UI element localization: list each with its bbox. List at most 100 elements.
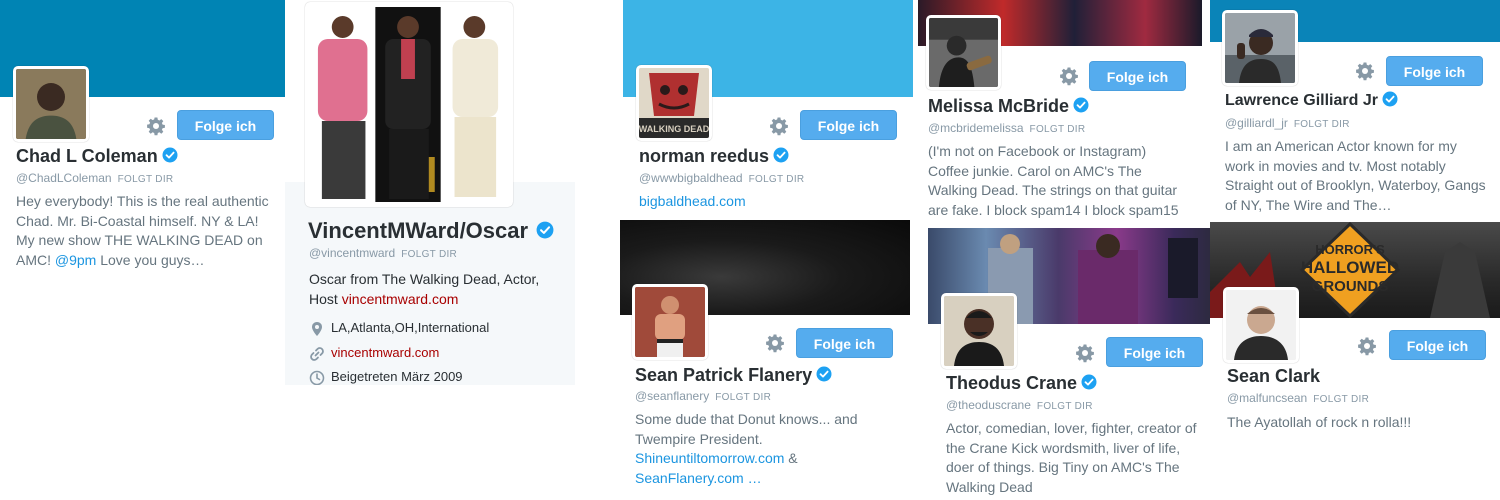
banner-text-1: HORROR'S: [1315, 242, 1385, 257]
handle-text[interactable]: @theoduscrane: [946, 398, 1031, 412]
profile-card-theodus: Folge ich Theodus Crane @theoduscrane FOL…: [928, 228, 1218, 500]
banner-text-3: GROUNDS: [1312, 278, 1389, 295]
profile-bio: I am an American Actor known for my work…: [1225, 138, 1486, 213]
gear-icon[interactable]: [1355, 61, 1375, 81]
bio-link-1[interactable]: Shineuntiltomorrow.com: [635, 450, 784, 466]
avatar[interactable]: [632, 284, 708, 360]
profile-name[interactable]: Theodus Crane: [946, 373, 1097, 394]
joined-row: Beigetreten März 2009: [309, 369, 463, 385]
bio-ellipsis: …: [743, 469, 762, 486]
bio-link[interactable]: vincentmward.com: [342, 291, 459, 307]
location-text: LA,Atlanta,OH,International: [331, 320, 490, 335]
gear-icon[interactable]: [765, 333, 785, 353]
gear-icon[interactable]: [146, 116, 166, 136]
avatar[interactable]: [1222, 10, 1298, 86]
bio-tail: Love you guys…: [96, 251, 205, 268]
gear-icon[interactable]: [1357, 336, 1377, 356]
website-link[interactable]: bigbaldhead.com: [639, 192, 746, 212]
avatar[interactable]: [926, 15, 1001, 90]
avatar[interactable]: [305, 2, 513, 207]
handle-text[interactable]: @mcbridemelissa: [928, 121, 1024, 135]
profile-handle[interactable]: @vincentmward FOLGT DIR: [309, 246, 457, 260]
verified-icon: [162, 147, 178, 163]
follows-you-badge: FOLGT DIR: [117, 174, 174, 185]
follows-you-badge: FOLGT DIR: [1036, 401, 1093, 412]
verified-icon: [1382, 91, 1398, 107]
handle-text[interactable]: @ChadLColeman: [16, 171, 112, 185]
profile-handle[interactable]: @ChadLColeman FOLGT DIR: [16, 171, 173, 185]
follow-button[interactable]: Folge ich: [800, 110, 897, 140]
verified-icon: [536, 221, 554, 239]
profile-name[interactable]: Chad L Coleman: [16, 146, 178, 167]
link-icon: [310, 346, 324, 361]
avatar[interactable]: [13, 66, 89, 142]
follows-you-badge: FOLGT DIR: [401, 249, 458, 260]
follow-button[interactable]: Folge ich: [1106, 337, 1203, 367]
profile-name-text[interactable]: Theodus Crane: [946, 373, 1077, 393]
profile-card-sean-flanery: Folge ich Sean Patrick Flanery @seanflan…: [620, 220, 910, 500]
profile-card-vincent: VincentMWard/Oscar @vincentmward FOLGT DI…: [285, 0, 575, 385]
profile-name-text[interactable]: Chad L Coleman: [16, 146, 158, 166]
profile-card-sean-clark: HORROR'S HALLOWED GROUNDS Folge ich Sean…: [1210, 222, 1500, 500]
profile-name-text[interactable]: VincentMWard/Oscar: [308, 218, 528, 243]
profile-card-melissa: Folge ich Melissa McBride @mcbridemeliss…: [918, 0, 1202, 220]
profile-name-text[interactable]: norman reedus: [639, 146, 769, 166]
profile-name-text[interactable]: Melissa McBride: [928, 96, 1069, 116]
handle-text[interactable]: @vincentmward: [309, 246, 395, 260]
gear-icon[interactable]: [769, 116, 789, 136]
profile-name[interactable]: VincentMWard/Oscar: [308, 218, 554, 244]
handle-text[interactable]: @gilliardl_jr: [1225, 116, 1288, 130]
joined-text: Beigetreten März 2009: [331, 369, 463, 384]
follows-you-badge: FOLGT DIR: [1029, 124, 1086, 135]
follows-you-badge: FOLGT DIR: [715, 392, 772, 403]
profile-handle[interactable]: @wwwbigbaldhead FOLGT DIR: [639, 171, 804, 185]
profile-name[interactable]: Melissa McBride: [928, 96, 1089, 117]
profile-bio: Hey everybody! This is the real authenti…: [16, 192, 274, 270]
verified-icon: [816, 366, 832, 382]
website-row[interactable]: vincentmward.com: [309, 345, 439, 362]
website-link[interactable]: vincentmward.com: [331, 345, 439, 360]
follows-you-badge: FOLGT DIR: [1313, 394, 1370, 405]
profile-card-norman: WALKING DEAD Folge ich norman reedus @ww…: [623, 0, 913, 220]
follow-button[interactable]: Folge ich: [796, 328, 893, 358]
gear-icon[interactable]: [1075, 343, 1095, 363]
handle-text[interactable]: @malfuncsean: [1227, 391, 1307, 405]
follow-button[interactable]: Folge ich: [1386, 56, 1483, 86]
profile-bio: The Ayatollah of rock n rolla!!!: [1227, 414, 1412, 430]
profile-handle[interactable]: @mcbridemelissa FOLGT DIR: [928, 121, 1085, 135]
profile-bio: Actor, comedian, lover, fighter, creator…: [946, 420, 1197, 495]
profile-name[interactable]: Lawrence Gilliard Jr: [1225, 92, 1398, 110]
avatar[interactable]: [1223, 287, 1299, 363]
profile-name[interactable]: Sean Clark: [1227, 366, 1320, 387]
profile-name-text[interactable]: Lawrence Gilliard Jr: [1225, 92, 1378, 109]
profile-name-text[interactable]: Sean Clark: [1227, 366, 1320, 386]
verified-icon: [1081, 374, 1097, 390]
bio-link-2[interactable]: SeanFlanery.com: [635, 470, 744, 486]
profile-name[interactable]: norman reedus: [639, 146, 789, 167]
bio-link[interactable]: @9pm: [55, 252, 96, 268]
follow-button[interactable]: Folge ich: [1089, 61, 1186, 91]
profile-name[interactable]: Sean Patrick Flanery: [635, 365, 832, 386]
profile-name-text[interactable]: Sean Patrick Flanery: [635, 365, 812, 385]
avatar[interactable]: WALKING DEAD: [636, 65, 712, 141]
profile-handle[interactable]: @theoduscrane FOLGT DIR: [946, 398, 1093, 412]
profile-handle[interactable]: @gilliardl_jr FOLGT DIR: [1225, 116, 1350, 130]
location-row: LA,Atlanta,OH,International: [309, 320, 489, 337]
follows-you-badge: FOLGT DIR: [748, 174, 805, 185]
follows-you-badge: FOLGT DIR: [1293, 119, 1350, 130]
profile-handle[interactable]: @malfuncsean FOLGT DIR: [1227, 391, 1369, 405]
location-pin-icon: [312, 321, 322, 336]
bio-text: Some dude that Donut knows... and Twempi…: [635, 411, 858, 447]
follow-button[interactable]: Folge ich: [177, 110, 274, 140]
handle-text[interactable]: @seanflanery: [635, 389, 709, 403]
gear-icon[interactable]: [1059, 66, 1079, 86]
handle-text[interactable]: @wwwbigbaldhead: [639, 171, 743, 185]
profile-bio: Oscar from The Walking Dead, Actor, Host…: [309, 270, 559, 309]
profile-handle[interactable]: @seanflanery FOLGT DIR: [635, 389, 771, 403]
follow-button[interactable]: Folge ich: [1389, 330, 1486, 360]
verified-icon: [773, 147, 789, 163]
avatar[interactable]: [941, 293, 1017, 369]
profile-bio: Some dude that Donut knows... and Twempi…: [635, 410, 897, 488]
calendar-clock-icon: [309, 370, 325, 385]
bio-amp: &: [784, 450, 798, 466]
